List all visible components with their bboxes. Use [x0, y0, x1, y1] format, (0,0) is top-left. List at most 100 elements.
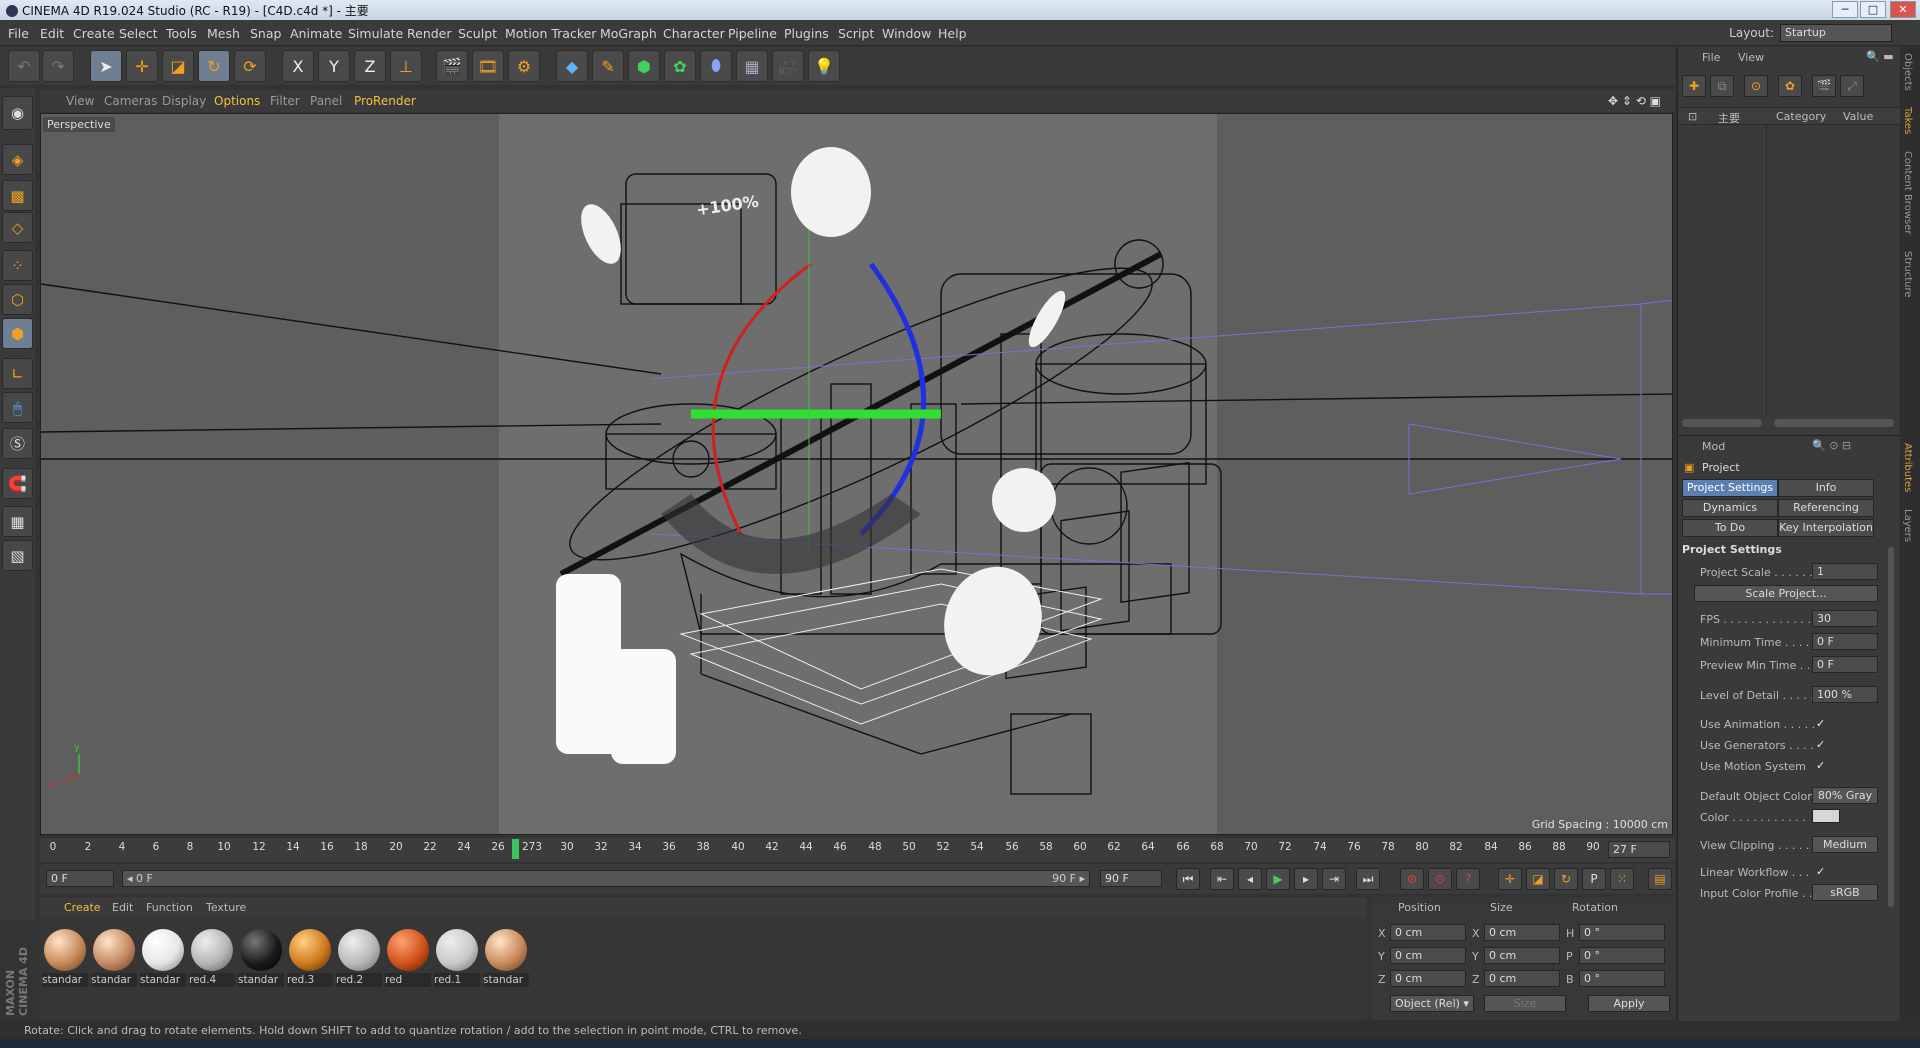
tab-key-interpolation[interactable]: Key Interpolation	[1778, 519, 1874, 537]
tab-info[interactable]: Info	[1778, 479, 1874, 497]
pen-spline-icon[interactable]: ✎	[592, 50, 624, 82]
coordinate-system-icon[interactable]: ⊥	[390, 50, 422, 82]
scale-project-button[interactable]: Scale Project...	[1694, 585, 1878, 602]
render-view-icon[interactable]: 🎬	[436, 50, 468, 82]
size-y-field[interactable]: 0 cm	[1484, 947, 1560, 964]
tweak-mode-icon[interactable]: 🖱	[2, 392, 33, 423]
viewport-menu-prorender[interactable]: ProRender	[354, 94, 416, 108]
take-clone-icon[interactable]: ⧉	[1710, 75, 1734, 97]
menu-mograph[interactable]: MoGraph	[600, 26, 657, 41]
menu-script[interactable]: Script	[838, 26, 874, 41]
material-swatch[interactable]: red.4	[189, 929, 235, 987]
perspective-viewport[interactable]: Perspective +100% y x Grid Spacing: 100…	[40, 113, 1673, 835]
prev-key-icon[interactable]: ⇤	[1210, 868, 1234, 890]
scale-icon[interactable]: ◪	[162, 50, 194, 82]
material-menu-function[interactable]: Function	[146, 901, 193, 914]
take-add-icon[interactable]: ✚	[1682, 75, 1706, 97]
key-position-icon[interactable]: ✛	[1498, 868, 1522, 890]
tab-to-do[interactable]: To Do	[1682, 519, 1778, 537]
next-key-icon[interactable]: ⇥	[1322, 868, 1346, 890]
move-icon[interactable]: ✛	[126, 50, 158, 82]
side-tab-takes[interactable]: Takes	[1902, 107, 1913, 134]
menu-mesh[interactable]: Mesh	[207, 26, 240, 41]
material-menu-create[interactable]: Create	[64, 901, 101, 914]
side-tab-content-browser[interactable]: Content Browser	[1902, 151, 1913, 234]
side-tab-layers[interactable]: Layers	[1902, 509, 1913, 542]
texture-mode-icon[interactable]: ▩	[2, 180, 33, 211]
workplane-lock-icon[interactable]: ▦	[2, 506, 33, 537]
menu-animate[interactable]: Animate	[290, 26, 342, 41]
side-tab-attributes[interactable]: Attributes	[1902, 443, 1913, 492]
take-camera-icon[interactable]: 🎬	[1812, 75, 1836, 97]
size-mode-dropdown[interactable]: Size	[1484, 995, 1566, 1012]
menu-create[interactable]: Create	[73, 26, 115, 41]
take-auto-icon[interactable]: ✿	[1778, 75, 1802, 97]
deformer-icon[interactable]: ⬮	[700, 50, 732, 82]
menu-window[interactable]: Window	[882, 26, 931, 41]
menu-tools[interactable]: Tools	[166, 26, 197, 41]
material-swatch[interactable]: standar	[91, 929, 137, 987]
rotation-p-field[interactable]: 0 °	[1579, 947, 1665, 964]
undo-icon[interactable]: ↶	[8, 50, 40, 82]
menu-motion-tracker[interactable]: Motion Tracker	[505, 26, 596, 41]
y-axis-lock-button[interactable]: Y	[318, 50, 350, 82]
cloner-icon[interactable]: ✿	[664, 50, 696, 82]
menu-simulate[interactable]: Simulate	[348, 26, 403, 41]
take-override-icon[interactable]: ⊙	[1744, 75, 1768, 97]
render-settings-icon[interactable]: ⚙	[508, 50, 540, 82]
menu-file[interactable]: File	[8, 26, 29, 41]
side-tab-objects[interactable]: Objects	[1902, 53, 1913, 91]
x-axis-lock-button[interactable]: X	[282, 50, 314, 82]
light-icon[interactable]: 💡	[808, 50, 840, 82]
axis-mode-icon[interactable]: ∟	[2, 358, 33, 389]
menu-select[interactable]: Select	[119, 26, 158, 41]
preview-min-time-field[interactable]: 0 F	[1812, 656, 1878, 673]
rotation-b-field[interactable]: 0 °	[1579, 970, 1665, 987]
timeline-window-icon[interactable]: ▤	[1648, 868, 1672, 890]
material-swatch[interactable]: standar	[42, 929, 88, 987]
menu-character[interactable]: Character	[663, 26, 725, 41]
goto-end-icon[interactable]: ⏭	[1356, 868, 1380, 890]
model-mode-icon[interactable]: ◈	[2, 144, 33, 175]
render-picture-viewer-icon[interactable]: 🎞	[472, 50, 504, 82]
workplane-icon[interactable]: ◇	[2, 212, 33, 243]
viewport-menu-options[interactable]: Options	[214, 94, 260, 108]
maximize-button[interactable]: □	[1860, 1, 1886, 18]
linear-workflow-checkbox[interactable]: ✓	[1816, 865, 1825, 878]
key-parameter-icon[interactable]: P	[1582, 868, 1606, 890]
attributes-nav-icons[interactable]: 🔍 ⊙ ⊟	[1812, 439, 1851, 452]
takes-hscroll-right[interactable]	[1774, 419, 1894, 427]
position-x-field[interactable]: 0 cm	[1390, 924, 1466, 941]
recent-tool-icon[interactable]: ⟳	[234, 50, 266, 82]
material-swatch[interactable]: red	[385, 929, 431, 987]
start-frame-field[interactable]: 0 F	[46, 870, 114, 887]
timeline-ruler[interactable]: 0 2 4 6 8 10 12 14 16 18 20 22 24 26 273…	[40, 838, 1675, 862]
takes-hscroll-left[interactable]	[1682, 419, 1762, 427]
points-mode-icon[interactable]: ⁘	[2, 250, 33, 281]
viewport-nav-icons[interactable]: ✥ ⇕ ⟲ ▣	[1608, 94, 1661, 108]
use-animation-checkbox[interactable]: ✓	[1816, 717, 1825, 730]
objects-menu-file[interactable]: File	[1702, 51, 1720, 64]
play-icon[interactable]: ▶	[1266, 868, 1290, 890]
viewport-menu-display[interactable]: Display	[162, 94, 206, 108]
menu-snap[interactable]: Snap	[250, 26, 281, 41]
prev-frame-icon[interactable]: ◂	[1238, 868, 1262, 890]
material-swatch[interactable]: red.1	[434, 929, 480, 987]
position-z-field[interactable]: 0 cm	[1390, 970, 1466, 987]
objects-menu-view[interactable]: View	[1738, 51, 1764, 64]
menu-pipeline[interactable]: Pipeline	[728, 26, 777, 41]
snap-magnet-icon[interactable]: 🧲	[2, 468, 33, 499]
camera-icon[interactable]: 🎥	[772, 50, 804, 82]
menu-render[interactable]: Render	[407, 26, 452, 41]
solo-icon[interactable]: Ⓢ	[2, 428, 33, 459]
side-tab-structure[interactable]: Structure	[1902, 251, 1913, 298]
material-swatch[interactable]: standar	[238, 929, 284, 987]
input-color-profile-dropdown[interactable]: sRGB	[1812, 884, 1878, 901]
close-button[interactable]: ✕	[1890, 1, 1916, 18]
size-z-field[interactable]: 0 cm	[1484, 970, 1560, 987]
redo-icon[interactable]: ↷	[42, 50, 74, 82]
viewport-menu-cameras[interactable]: Cameras	[104, 94, 157, 108]
menu-plugins[interactable]: Plugins	[784, 26, 829, 41]
fps-field[interactable]: 30	[1812, 610, 1878, 627]
color-swatch[interactable]	[1812, 809, 1840, 823]
